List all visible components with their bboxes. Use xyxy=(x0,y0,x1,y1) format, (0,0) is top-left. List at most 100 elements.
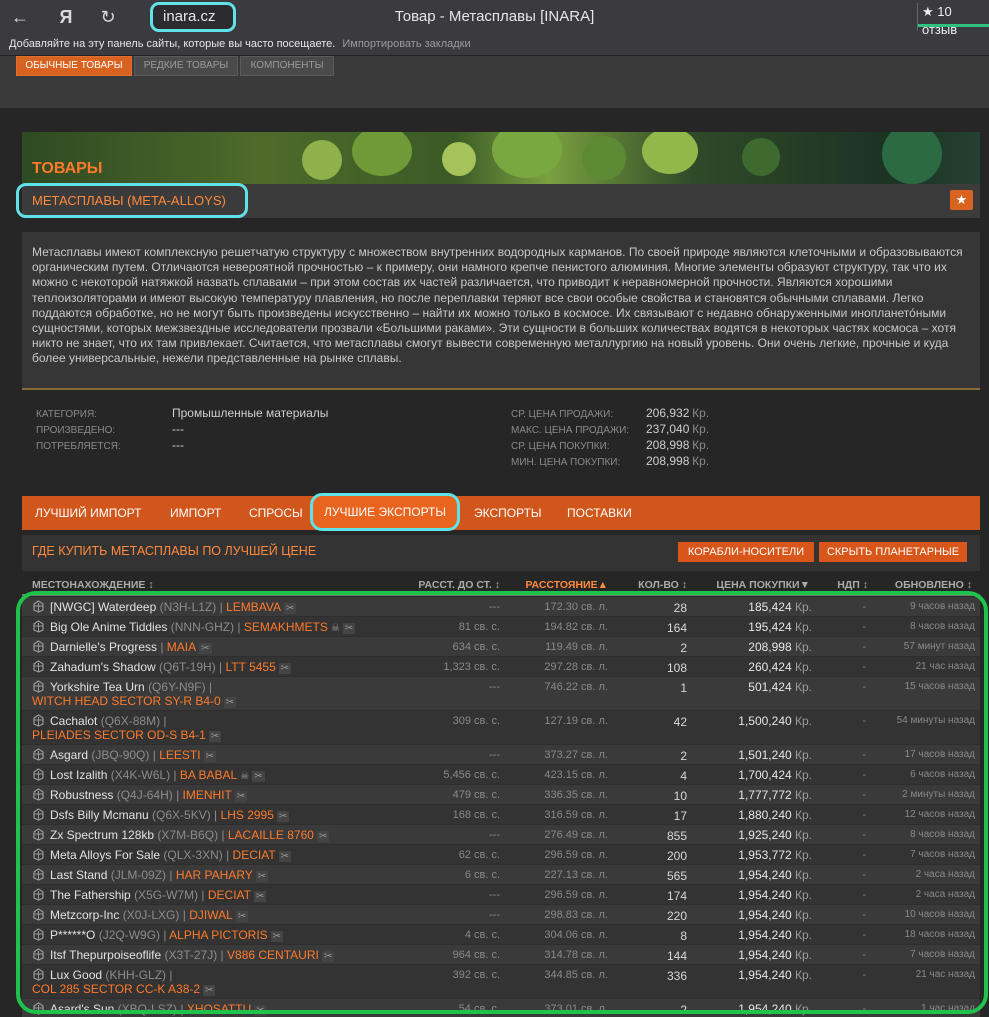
station-name[interactable]: The Fathership xyxy=(50,888,131,902)
system-link[interactable]: DJIWAL xyxy=(189,908,233,922)
table-row[interactable]: [NWGC] Waterdeep (N3H-L1Z) | LEMBAVA ✂ ---… xyxy=(22,597,980,617)
carriers-button[interactable]: КОРАБЛИ-НОСИТЕЛИ xyxy=(678,542,814,562)
favorite-star-icon[interactable]: ★ xyxy=(950,190,973,210)
table-row[interactable]: Zx Spectrum 128kb (X7M-B6Q) | LACAILLE 8… xyxy=(22,825,980,845)
subtab-rare[interactable]: РЕДКИЕ ТОВАРЫ xyxy=(134,56,238,76)
system-link[interactable]: SEMAKHMETS xyxy=(244,620,328,634)
col-quantity[interactable]: КОЛ-ВО ↕ xyxy=(638,579,687,591)
table-row[interactable]: Asard's Sun (XBQ-LSZ) | XHOSATTU ✂ 54 св. … xyxy=(22,999,980,1017)
route-icon[interactable]: ✂ xyxy=(321,951,335,962)
table-row[interactable]: Lux Good (KHH-GLZ) | COL 285 SECTOR CC-K… xyxy=(22,965,980,999)
tab-best-exports[interactable]: ЛУЧШИЕ ЭКСПОРТЫ xyxy=(310,493,460,531)
route-icon[interactable]: ✂ xyxy=(276,811,290,822)
route-icon[interactable]: ✂ xyxy=(235,911,249,922)
system-link[interactable]: LEESTI xyxy=(159,748,200,762)
station-name[interactable]: Darnielle's Progress xyxy=(50,640,157,654)
subtab-regular[interactable]: ОБЫЧНЫЕ ТОВАРЫ xyxy=(16,56,132,76)
table-row[interactable]: P******O (J2Q-W9G) | ALPHA PICTORIS ✂ 4 св… xyxy=(22,925,980,945)
system-link[interactable]: WITCH HEAD SECTOR SY-R B4-0 xyxy=(32,694,221,708)
reviews-badge[interactable]: ★ 10 отзыв xyxy=(917,3,989,37)
col-pad[interactable]: НДП ↕ xyxy=(837,579,868,591)
table-row[interactable]: Itsf Thepurpoiseoflife (X3T-27J) | V886 … xyxy=(22,945,980,965)
station-name[interactable]: Cachalot xyxy=(50,714,97,728)
system-link[interactable]: DECIAT xyxy=(233,848,276,862)
system-link[interactable]: PLEIADES SECTOR OD-S B4-1 xyxy=(32,728,206,742)
tab-supplies[interactable]: ПОСТАВКИ xyxy=(567,496,632,530)
tab-import[interactable]: ИМПОРТ xyxy=(170,496,221,530)
system-link[interactable]: V886 CENTAURI xyxy=(227,948,319,962)
route-icon[interactable]: ✂ xyxy=(316,831,330,842)
table-row[interactable]: Robustness (Q4J-64H) | IMENHIT ✂ 479 св. с… xyxy=(22,785,980,805)
table-row[interactable]: Yorkshire Tea Urn (Q6Y-N9F) | WITCH HEAD… xyxy=(22,677,980,711)
system-link[interactable]: DECIAT xyxy=(208,888,251,902)
table-row[interactable]: Lost Izalith (X4K-W6L) | BA BABAL ☠ ✂ 5,456… xyxy=(22,765,980,785)
system-link[interactable]: XHOSATTU xyxy=(187,1002,251,1016)
tab-best-import[interactable]: ЛУЧШИЙ ИМПОРТ xyxy=(35,496,141,530)
station-name[interactable]: Big Ole Anime Tiddies xyxy=(50,620,167,634)
col-station-distance[interactable]: РАССТ. ДО СТ. ↕ xyxy=(418,579,500,591)
table-row[interactable]: Darnielle's Progress | MAIA ✂ 634 св. с. 11… xyxy=(22,637,980,657)
route-icon[interactable]: ✂ xyxy=(208,731,222,742)
yandex-icon[interactable]: Я xyxy=(54,6,78,28)
table-row[interactable]: The Fathership (X5G-W7M) | DECIAT ✂ --- 296… xyxy=(22,885,980,905)
tab-exports[interactable]: ЭКСПОРТЫ xyxy=(474,496,542,530)
table-row[interactable]: Dsfs Billy Mcmanu (Q6X-5KV) | LHS 2995 ✂ 1… xyxy=(22,805,980,825)
route-icon[interactable]: ✂ xyxy=(234,791,248,802)
system-link[interactable]: HAR PAHARY xyxy=(176,868,253,882)
route-icon[interactable]: ✂ xyxy=(254,1005,267,1016)
station-name[interactable]: Dsfs Billy Mcmanu xyxy=(50,808,149,822)
table-row[interactable]: Asgard (JBQ-90Q) | LEESTI ✂ --- 373.27 св. … xyxy=(22,745,980,765)
system-link[interactable]: LACAILLE 8760 xyxy=(228,828,314,842)
route-icon[interactable]: ✂ xyxy=(278,851,292,862)
table-row[interactable]: Last Stand (JLM-09Z) | HAR PAHARY ✂ 6 св. … xyxy=(22,865,980,885)
system-link[interactable]: BA BABAL xyxy=(180,768,237,782)
route-icon[interactable]: ✂ xyxy=(203,751,216,762)
table-row[interactable]: Meta Alloys For Sale (QLX-3XN) | DECIAT ✂… xyxy=(22,845,980,865)
reload-icon[interactable]: ↻ xyxy=(96,6,120,28)
station-name[interactable]: Metzcorp-Inc xyxy=(50,908,119,922)
station-name[interactable]: Robustness xyxy=(50,788,113,802)
subtab-components[interactable]: КОМПОНЕНТЫ xyxy=(240,56,334,76)
station-name[interactable]: Last Stand xyxy=(50,868,107,882)
col-updated[interactable]: ОБНОВЛЕНО ↕ xyxy=(895,579,972,591)
back-icon[interactable]: ← xyxy=(8,6,32,28)
system-link[interactable]: LTT 5455 xyxy=(226,660,276,674)
station-name[interactable]: Zahadum's Shadow xyxy=(50,660,156,674)
hide-planetary-button[interactable]: СКРЫТЬ ПЛАНЕТАРНЫЕ xyxy=(819,542,967,562)
route-icon[interactable]: ✂ xyxy=(203,985,216,996)
system-link[interactable]: LHS 2995 xyxy=(221,808,274,822)
col-price[interactable]: ЦЕНА ПОКУПКИ▼ xyxy=(716,579,810,591)
tab-demands[interactable]: СПРОСЫ xyxy=(249,496,303,530)
station-name[interactable]: Lost Izalith xyxy=(50,768,107,782)
col-location[interactable]: МЕСТОНАХОЖДЕНИЕ ↕ xyxy=(32,579,154,591)
station-name[interactable]: P******O xyxy=(50,928,95,942)
station-name[interactable]: Meta Alloys For Sale xyxy=(50,848,160,862)
route-icon[interactable]: ✂ xyxy=(252,771,265,782)
address-bar[interactable]: inara.cz xyxy=(150,2,236,32)
station-name[interactable]: Lux Good xyxy=(50,968,102,982)
table-row[interactable]: Big Ole Anime Tiddies (NNN-GHZ) | SEMAKH… xyxy=(22,617,980,637)
route-icon[interactable]: ✂ xyxy=(253,891,267,902)
system-link[interactable]: LEMBAVA xyxy=(226,600,281,614)
route-icon[interactable]: ✂ xyxy=(278,663,292,674)
station-name[interactable]: [NWGC] Waterdeep xyxy=(50,600,156,614)
route-icon[interactable]: ✂ xyxy=(270,931,284,942)
station-name[interactable]: Yorkshire Tea Urn xyxy=(50,680,145,694)
route-icon[interactable]: ✂ xyxy=(342,623,356,634)
table-row[interactable]: Zahadum's Shadow (Q6T-19H) | LTT 5455 ✂ 1,… xyxy=(22,657,980,677)
table-row[interactable]: Cachalot (Q6X-88M) | PLEIADES SECTOR OD-… xyxy=(22,711,980,745)
import-bookmarks-link[interactable]: Импортировать закладки xyxy=(342,38,470,50)
table-row[interactable]: Metzcorp-Inc (X0J-LXG) | DJIWAL ✂ --- 298.8… xyxy=(22,905,980,925)
station-name[interactable]: Asard's Sun xyxy=(50,1002,114,1016)
col-distance[interactable]: РАССТОЯНИЕ▲ xyxy=(525,579,608,591)
system-link[interactable]: IMENHIT xyxy=(183,788,232,802)
route-icon[interactable]: ✂ xyxy=(283,603,297,614)
station-name[interactable]: Asgard xyxy=(50,748,88,762)
route-icon[interactable]: ✂ xyxy=(199,643,212,654)
station-name[interactable]: Zx Spectrum 128kb xyxy=(50,828,154,842)
station-name[interactable]: Itsf Thepurpoiseoflife xyxy=(50,948,161,962)
route-icon[interactable]: ✂ xyxy=(255,871,269,882)
system-link[interactable]: COL 285 SECTOR CC-K A38-2 xyxy=(32,982,200,996)
system-link[interactable]: MAIA xyxy=(167,640,196,654)
route-icon[interactable]: ✂ xyxy=(223,697,237,708)
